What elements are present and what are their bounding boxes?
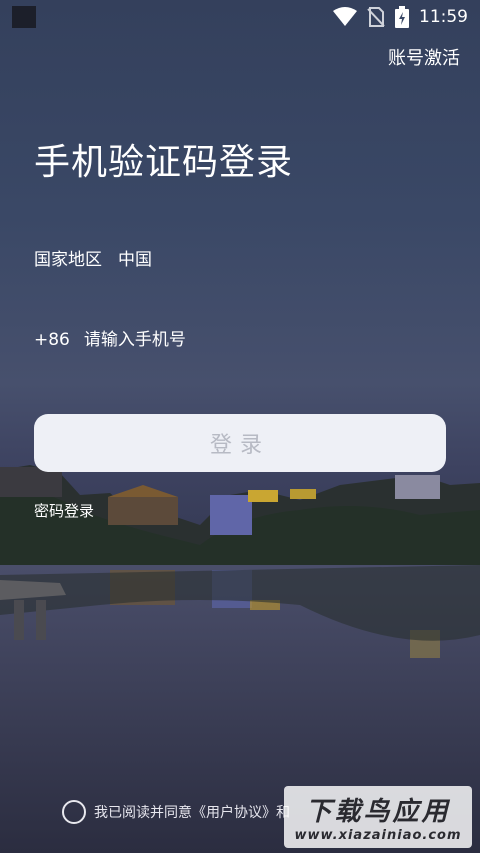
no-sim-icon [367,7,385,27]
login-button[interactable]: 登录 [34,414,446,472]
status-time: 11:59 [419,7,468,27]
battery-charging-icon [395,6,409,28]
phone-row: +86 [34,330,384,350]
password-login-link[interactable]: 密码登录 [34,500,94,521]
watermark-url: www.xiazainiao.com [294,828,462,843]
page-title: 手机验证码登录 [34,142,294,183]
region-selector[interactable]: 国家地区 中国 [34,245,152,270]
wifi-icon [333,7,357,26]
agreement-row: 我已阅读并同意《用户协议》和 [62,800,290,824]
status-bar: 11:59 [0,0,480,34]
agreement-text[interactable]: 我已阅读并同意《用户协议》和 [94,802,290,822]
account-activate-link[interactable]: 账号激活 [388,44,460,70]
status-icons: 11:59 [333,4,468,30]
region-label: 国家地区 [34,250,102,270]
region-value: 中国 [118,250,152,270]
phone-input[interactable] [83,330,384,350]
agreement-checkbox[interactable] [62,800,86,824]
country-code[interactable]: +86 [34,330,70,350]
watermark-brand: 下载鸟应用 [305,797,451,827]
watermark-logo: 下载鸟应用 www.xiazainiao.com [284,786,472,848]
notification-icon [12,6,36,28]
